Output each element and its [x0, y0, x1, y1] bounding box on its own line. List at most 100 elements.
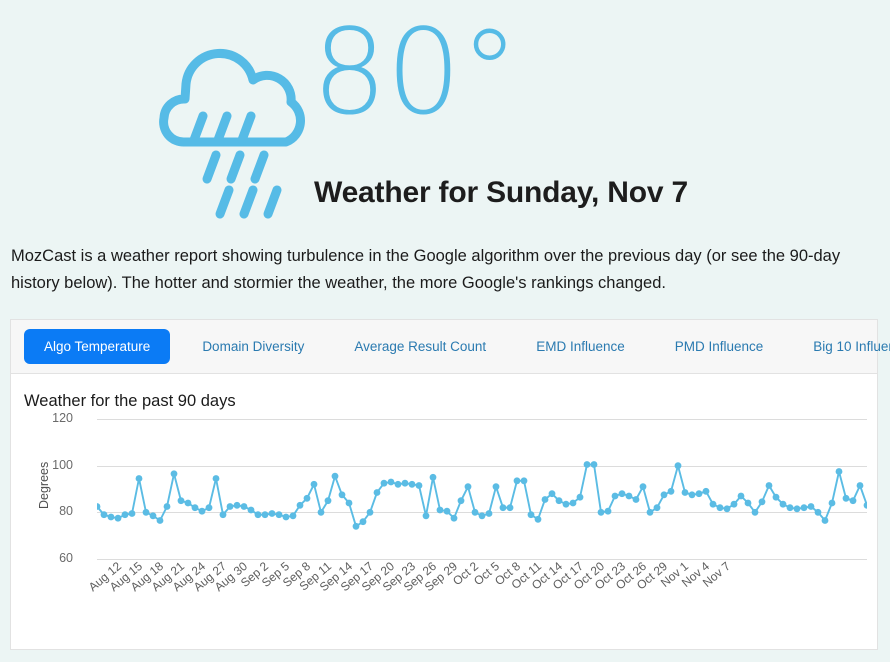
data-point[interactable]	[471, 508, 479, 516]
data-point[interactable]	[268, 510, 276, 517]
data-point[interactable]	[366, 508, 374, 516]
data-point[interactable]	[212, 475, 220, 482]
data-point[interactable]	[744, 499, 752, 507]
data-point[interactable]	[205, 504, 213, 512]
data-point[interactable]	[345, 499, 353, 507]
data-point[interactable]	[562, 500, 570, 508]
data-point[interactable]	[149, 512, 157, 520]
data-point[interactable]	[499, 504, 507, 512]
data-point[interactable]	[716, 504, 724, 512]
data-point[interactable]	[821, 517, 829, 524]
data-point[interactable]	[793, 505, 801, 513]
data-point[interactable]	[443, 507, 451, 515]
data-point[interactable]	[282, 513, 290, 521]
data-point[interactable]	[100, 511, 108, 519]
data-point[interactable]	[478, 512, 486, 520]
data-point[interactable]	[387, 478, 395, 486]
data-point[interactable]	[625, 492, 633, 500]
tab-algo-temperature[interactable]: Algo Temperature	[24, 329, 171, 364]
data-point[interactable]	[450, 514, 458, 522]
data-point[interactable]	[842, 494, 850, 502]
data-point[interactable]	[660, 491, 668, 499]
data-point[interactable]	[422, 512, 430, 520]
data-point[interactable]	[233, 501, 241, 509]
tab-domain-diversity[interactable]: Domain Diversity	[184, 330, 322, 363]
tab-average-result-count[interactable]: Average Result Count	[336, 330, 504, 363]
data-point[interactable]	[401, 479, 409, 487]
data-point[interactable]	[247, 506, 255, 514]
data-point[interactable]	[849, 497, 857, 505]
data-point[interactable]	[709, 500, 717, 508]
data-point[interactable]	[275, 511, 283, 519]
data-point[interactable]	[730, 500, 738, 508]
data-point[interactable]	[758, 498, 766, 506]
data-point[interactable]	[359, 518, 367, 526]
data-point[interactable]	[135, 475, 143, 482]
data-point[interactable]	[534, 515, 542, 523]
data-point[interactable]	[107, 513, 115, 521]
data-point[interactable]	[569, 499, 577, 507]
data-point[interactable]	[114, 514, 122, 522]
data-point[interactable]	[380, 479, 388, 487]
data-point[interactable]	[597, 508, 605, 516]
data-point[interactable]	[576, 493, 584, 501]
data-point[interactable]	[198, 507, 206, 515]
data-point[interactable]	[303, 494, 311, 502]
data-point[interactable]	[835, 468, 843, 475]
data-point[interactable]	[604, 507, 612, 515]
data-point[interactable]	[723, 505, 731, 513]
data-point[interactable]	[611, 492, 619, 500]
data-point[interactable]	[191, 504, 199, 512]
data-point[interactable]	[737, 492, 745, 500]
data-point[interactable]	[779, 500, 787, 508]
data-point[interactable]	[814, 508, 822, 516]
data-point[interactable]	[457, 497, 465, 505]
data-point[interactable]	[506, 504, 514, 512]
data-point[interactable]	[261, 511, 269, 519]
data-point[interactable]	[555, 497, 563, 505]
data-point[interactable]	[415, 482, 423, 489]
data-point[interactable]	[786, 504, 794, 512]
data-point[interactable]	[492, 483, 500, 491]
data-point[interactable]	[331, 472, 339, 480]
data-point[interactable]	[513, 477, 521, 485]
data-point[interactable]	[856, 482, 864, 489]
data-point[interactable]	[653, 504, 661, 512]
data-point[interactable]	[296, 501, 304, 509]
data-point[interactable]	[527, 511, 535, 519]
data-point[interactable]	[226, 503, 234, 510]
data-point[interactable]	[394, 480, 402, 488]
data-point[interactable]	[765, 482, 773, 489]
data-point[interactable]	[464, 483, 472, 491]
tab-emd-influence[interactable]: EMD Influence	[518, 330, 643, 363]
data-point[interactable]	[772, 493, 780, 501]
data-point[interactable]	[352, 522, 360, 530]
data-point[interactable]	[583, 461, 591, 468]
data-point[interactable]	[667, 487, 675, 495]
data-point[interactable]	[317, 508, 325, 516]
data-point[interactable]	[646, 508, 654, 516]
data-point[interactable]	[485, 510, 493, 517]
data-point[interactable]	[408, 480, 416, 488]
data-point[interactable]	[219, 511, 227, 519]
data-point[interactable]	[828, 499, 836, 507]
data-point[interactable]	[674, 462, 682, 470]
data-point[interactable]	[142, 508, 150, 516]
data-point[interactable]	[702, 487, 710, 495]
data-point[interactable]	[436, 506, 444, 514]
data-point[interactable]	[254, 511, 262, 519]
data-point[interactable]	[128, 510, 136, 517]
data-point[interactable]	[338, 491, 346, 499]
data-point[interactable]	[373, 489, 381, 496]
data-point[interactable]	[121, 511, 129, 519]
data-point[interactable]	[590, 461, 598, 468]
data-point[interactable]	[240, 503, 248, 510]
tab-big-10-influence[interactable]: Big 10 Influence	[795, 330, 890, 363]
data-point[interactable]	[618, 490, 626, 498]
data-point[interactable]	[429, 473, 437, 481]
data-point[interactable]	[863, 501, 867, 509]
data-point[interactable]	[632, 496, 640, 503]
data-point[interactable]	[639, 483, 647, 491]
data-point[interactable]	[310, 480, 318, 488]
data-point[interactable]	[695, 490, 703, 498]
